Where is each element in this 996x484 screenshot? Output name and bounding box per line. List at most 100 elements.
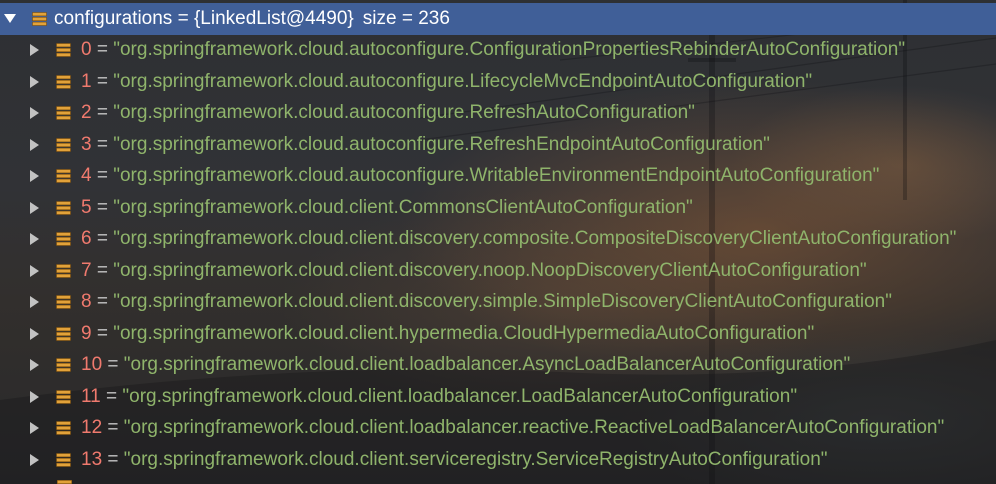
list-icon xyxy=(56,452,71,467)
list-icon xyxy=(56,263,71,278)
chevron-right-icon[interactable] xyxy=(29,390,39,403)
chevron-right-icon[interactable] xyxy=(29,327,39,340)
assignment-operator: = xyxy=(91,196,114,218)
element-label: 5 = "org.springframework.cloud.client.Co… xyxy=(81,197,693,219)
list-item[interactable]: 10 = "org.springframework.cloud.client.l… xyxy=(0,350,996,382)
list-item[interactable]: 13 = "org.springframework.cloud.client.s… xyxy=(0,444,996,476)
list-icon xyxy=(56,232,71,247)
list-icon xyxy=(56,389,71,404)
chevron-right-icon[interactable] xyxy=(29,422,39,435)
variable-row-configurations[interactable]: configurations = {LinkedList@4490} size =… xyxy=(0,3,996,35)
element-label: 3 = "org.springframework.cloud.autoconfi… xyxy=(81,134,770,156)
chevron-right-icon[interactable] xyxy=(29,359,39,372)
chevron-right-icon[interactable] xyxy=(29,44,39,57)
element-index: 10 xyxy=(81,354,103,376)
debugger-variables-panel: configurations = {LinkedList@4490} size =… xyxy=(0,0,996,484)
list-item[interactable]: 8 = "org.springframework.cloud.client.di… xyxy=(0,287,996,319)
element-label: 13 = "org.springframework.cloud.client.s… xyxy=(81,449,828,471)
list-icon xyxy=(56,200,71,215)
element-index: 4 xyxy=(81,165,92,187)
assignment-operator: = xyxy=(91,102,114,124)
variables-tree: configurations = {LinkedList@4490} size =… xyxy=(0,3,996,476)
assignment-operator: = xyxy=(102,448,124,470)
variable-label: configurations = {LinkedList@4490} size =… xyxy=(54,8,450,30)
element-value: "org.springframework.cloud.autoconfigure… xyxy=(113,39,906,61)
element-label: 8 = "org.springframework.cloud.client.di… xyxy=(81,291,892,313)
assignment-operator: = xyxy=(91,70,114,92)
element-value: "org.springframework.cloud.client.hyperm… xyxy=(113,322,815,344)
children-list: 0 = "org.springframework.cloud.autoconfi… xyxy=(0,35,996,476)
element-label: 12 = "org.springframework.cloud.client.l… xyxy=(81,417,944,439)
element-label: 4 = "org.springframework.cloud.autoconfi… xyxy=(81,165,879,187)
element-index: 13 xyxy=(81,448,103,470)
list-icon xyxy=(56,169,71,184)
element-index: 5 xyxy=(81,196,92,218)
element-index: 11 xyxy=(81,385,101,407)
assignment-operator: = xyxy=(91,291,114,313)
assignment-operator: = xyxy=(91,228,114,250)
chevron-right-icon[interactable] xyxy=(29,296,39,309)
list-item[interactable]: 12 = "org.springframework.cloud.client.l… xyxy=(0,413,996,445)
element-label: 10 = "org.springframework.cloud.client.l… xyxy=(81,354,850,376)
assignment-operator: = xyxy=(91,133,114,155)
element-label: 6 = "org.springframework.cloud.client.di… xyxy=(81,228,956,250)
element-index: 8 xyxy=(81,291,92,313)
list-item[interactable]: 4 = "org.springframework.cloud.autoconfi… xyxy=(0,161,996,193)
object-reference: {LinkedList@4490} xyxy=(193,7,354,29)
list-icon xyxy=(56,421,71,436)
chevron-right-icon[interactable] xyxy=(29,170,39,183)
element-index: 6 xyxy=(81,228,92,250)
list-item[interactable]: 9 = "org.springframework.cloud.client.hy… xyxy=(0,318,996,350)
list-icon xyxy=(56,326,71,341)
list-item[interactable]: 7 = "org.springframework.cloud.client.di… xyxy=(0,255,996,287)
element-label: 0 = "org.springframework.cloud.autoconfi… xyxy=(81,39,905,61)
element-label: 9 = "org.springframework.cloud.client.hy… xyxy=(81,323,814,345)
element-index: 3 xyxy=(81,133,92,155)
assignment-operator: = xyxy=(91,259,114,281)
element-index: 9 xyxy=(81,322,92,344)
list-icon xyxy=(56,295,71,310)
list-icon xyxy=(32,11,47,26)
list-item[interactable]: 5 = "org.springframework.cloud.client.Co… xyxy=(0,192,996,224)
list-item[interactable]: 3 = "org.springframework.cloud.autoconfi… xyxy=(0,129,996,161)
element-value: "org.springframework.cloud.client.loadba… xyxy=(123,417,945,439)
element-index: 12 xyxy=(81,417,103,439)
chevron-right-icon[interactable] xyxy=(29,264,39,277)
list-item[interactable]: 1 = "org.springframework.cloud.autoconfi… xyxy=(0,66,996,98)
list-icon xyxy=(56,137,71,152)
element-value: "org.springframework.cloud.client.discov… xyxy=(113,291,892,313)
assignment-operator: = xyxy=(102,417,124,439)
assignment-operator: = xyxy=(91,165,114,187)
assignment-operator: = xyxy=(172,7,194,29)
element-index: 7 xyxy=(81,259,92,281)
list-item[interactable]: 0 = "org.springframework.cloud.autoconfi… xyxy=(0,35,996,67)
variable-name: configurations xyxy=(54,7,173,29)
chevron-right-icon[interactable] xyxy=(29,138,39,151)
list-item[interactable]: 11 = "org.springframework.cloud.client.l… xyxy=(0,381,996,413)
element-value: "org.springframework.cloud.client.servic… xyxy=(123,448,828,470)
assignment-operator: = xyxy=(91,322,114,344)
chevron-right-icon[interactable] xyxy=(29,201,39,214)
list-icon xyxy=(56,358,71,373)
element-value: "org.springframework.cloud.client.loadba… xyxy=(123,354,851,376)
chevron-right-icon[interactable] xyxy=(29,75,39,88)
chevron-right-icon[interactable] xyxy=(29,453,39,466)
element-label: 7 = "org.springframework.cloud.client.di… xyxy=(81,260,867,282)
chevron-right-icon[interactable] xyxy=(29,233,39,246)
assignment-operator: = xyxy=(102,354,124,376)
element-value: "org.springframework.cloud.client.loadba… xyxy=(122,385,798,407)
element-index: 2 xyxy=(81,102,92,124)
element-value: "org.springframework.cloud.autoconfigure… xyxy=(113,133,770,155)
list-item[interactable]: 6 = "org.springframework.cloud.client.di… xyxy=(0,224,996,256)
element-value: "org.springframework.cloud.client.discov… xyxy=(113,259,867,281)
element-index: 0 xyxy=(81,39,92,61)
element-label: 1 = "org.springframework.cloud.autoconfi… xyxy=(81,71,812,93)
list-icon xyxy=(56,74,71,89)
chevron-right-icon[interactable] xyxy=(29,107,39,120)
chevron-down-icon[interactable] xyxy=(3,13,16,25)
assignment-operator: = xyxy=(100,385,123,407)
list-icon xyxy=(56,106,71,121)
element-value: "org.springframework.cloud.autoconfigure… xyxy=(113,102,695,124)
element-value: "org.springframework.cloud.autoconfigure… xyxy=(113,165,880,187)
list-item[interactable]: 2 = "org.springframework.cloud.autoconfi… xyxy=(0,98,996,130)
